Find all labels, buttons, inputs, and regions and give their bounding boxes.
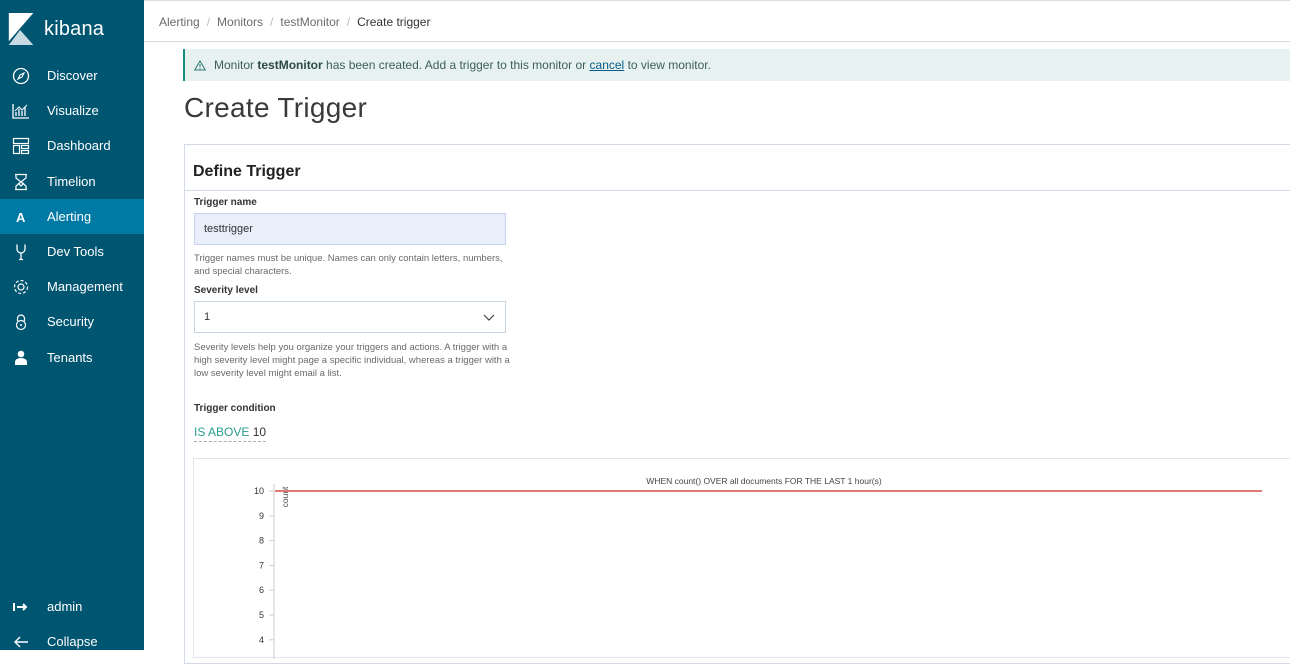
kibana-logo-icon: [8, 13, 34, 45]
app-name: kibana: [44, 17, 105, 40]
sidebar-item-user[interactable]: admin: [0, 589, 144, 624]
severity-select[interactable]: 1: [194, 301, 506, 333]
sidebar-item-visualize[interactable]: Visualize: [0, 93, 144, 128]
trigger-condition-label: Trigger condition: [194, 403, 276, 414]
chart-icon: [12, 102, 30, 120]
callout-suffix: to view monitor.: [627, 58, 711, 72]
dashboard-icon: [12, 137, 30, 155]
y-tick-label: 6: [259, 585, 264, 595]
compass-icon: [12, 67, 30, 85]
sidebar-item-label: Security: [47, 314, 94, 329]
trigger-name-label: Trigger name: [194, 197, 257, 208]
panel-title: Define Trigger: [193, 163, 301, 180]
timelion-icon: [12, 173, 30, 191]
y-tick-label: 9: [259, 511, 264, 521]
breadcrumb-current: Create trigger: [357, 15, 431, 29]
breadcrumb-separator: /: [270, 15, 274, 29]
sidebar-item-label: Alerting: [47, 209, 92, 224]
breadcrumb-separator: /: [206, 15, 211, 29]
severity-label: Severity level: [194, 285, 258, 296]
y-tick-label: 5: [259, 610, 264, 620]
sidebar-item-security[interactable]: Security: [0, 304, 144, 339]
user-icon: [12, 349, 30, 367]
sidebar-item-label: Discover: [47, 68, 98, 83]
collapse-label: Collapse: [47, 634, 98, 649]
sidebar: kibana Discover Visualize Dashboard Time…: [0, 0, 144, 650]
severity-value: 1: [204, 311, 211, 323]
sidebar-item-dashboard[interactable]: Dashboard: [0, 128, 144, 163]
sidebar-item-label: Dev Tools: [47, 244, 104, 259]
trigger-chart: WHEN count() OVER all documents FOR THE …: [193, 458, 1290, 659]
breadcrumb-monitor[interactable]: testMonitor: [280, 15, 339, 29]
wrench-icon: [12, 243, 30, 261]
callout-monitor-name: testMonitor: [257, 58, 323, 72]
sidebar-item-timelion[interactable]: Timelion: [0, 164, 144, 199]
sidebar-item-label: Management: [47, 279, 123, 294]
y-tick-label: 7: [259, 560, 264, 570]
condition-keyword: IS ABOVE: [194, 425, 250, 439]
chevron-down-icon: [483, 314, 495, 321]
trigger-name-help: Trigger names must be unique. Names can …: [194, 253, 503, 277]
success-callout: Monitor testMonitor has been created. Ad…: [183, 49, 1290, 81]
chart-title: WHEN count() OVER all documents FOR THE …: [646, 476, 882, 486]
sidebar-item-tenants[interactable]: Tenants: [0, 340, 144, 375]
svg-text:A: A: [16, 210, 26, 225]
breadcrumb-monitors[interactable]: Monitors: [217, 15, 263, 29]
sidebar-collapse[interactable]: Collapse: [0, 624, 144, 659]
gear-icon: [12, 278, 30, 296]
user-name: admin: [47, 599, 83, 614]
y-tick-label: 4: [259, 635, 264, 645]
condition-value: 10: [252, 425, 267, 439]
sidebar-item-management[interactable]: Management: [0, 269, 144, 304]
sidebar-item-discover[interactable]: Discover: [0, 58, 144, 93]
arrow-left-icon: [12, 633, 30, 651]
sidebar-item-label: Visualize: [47, 103, 99, 118]
sidebar-item-label: Dashboard: [47, 138, 111, 153]
sidebar-item-dev-tools[interactable]: Dev Tools: [0, 234, 144, 269]
y-tick-label: 8: [259, 536, 264, 546]
lock-icon: [12, 313, 30, 331]
callout-text: has been created. Add a trigger to this …: [326, 58, 587, 72]
breadcrumb-alerting[interactable]: Alerting: [159, 15, 200, 29]
sidebar-item-alerting[interactable]: A Alerting: [0, 199, 144, 234]
y-axis-label: count: [280, 486, 290, 507]
sidebar-item-label: Tenants: [47, 350, 93, 365]
breadcrumb: Alerting / Monitors / testMonitor / Crea…: [159, 15, 430, 29]
breadcrumb-separator: /: [346, 15, 351, 29]
top-bar: Alerting / Monitors / testMonitor / Crea…: [144, 0, 1290, 42]
chart-svg: WHEN count() OVER all documents FOR THE …: [254, 476, 1262, 659]
kibana-logo[interactable]: kibana: [8, 12, 138, 46]
trigger-name-input[interactable]: testtrigger: [194, 213, 506, 245]
trigger-name-value: testtrigger: [204, 223, 253, 235]
page-title: Create Trigger: [184, 92, 368, 123]
callout-prefix: Monitor: [214, 58, 255, 72]
trigger-condition-expression[interactable]: IS ABOVE 10: [194, 425, 267, 442]
logout-icon: [12, 598, 30, 616]
warning-icon: [194, 59, 206, 71]
y-tick-label: 10: [254, 486, 264, 496]
y-axis-ticks: 10 9 8 7 6 5 4: [254, 486, 274, 645]
alerting-icon: A: [12, 208, 30, 226]
cancel-link[interactable]: cancel: [590, 58, 625, 72]
sidebar-item-label: Timelion: [47, 174, 96, 189]
severity-help: Severity levels help you organize your t…: [194, 342, 510, 379]
panel-divider: [185, 190, 1290, 191]
